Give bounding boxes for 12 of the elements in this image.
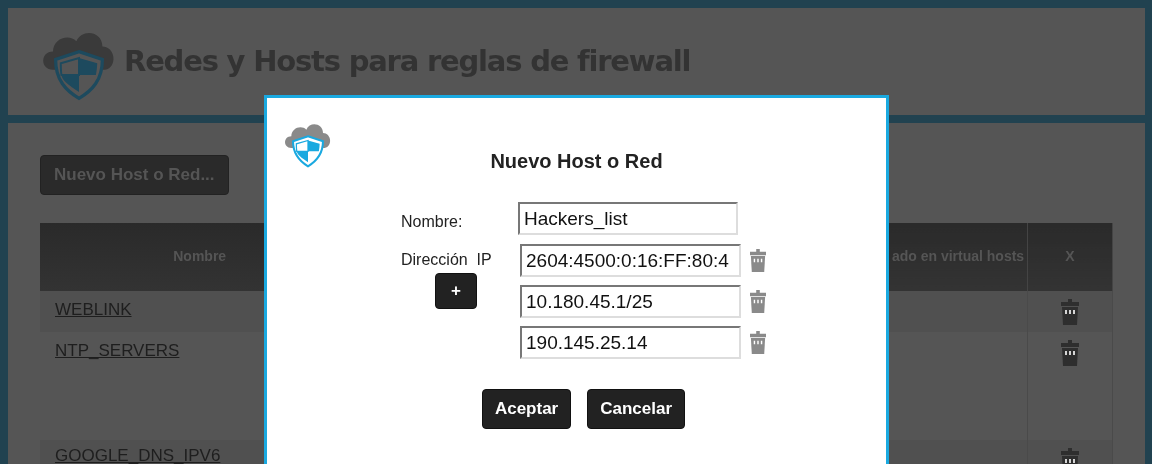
trash-icon[interactable] [1060, 339, 1080, 367]
field-label: Nombre: [401, 212, 464, 232]
dialog-title: Nuevo Host o Red [489, 149, 664, 174]
ip-address-field[interactable]: 10.180.45.1/25 [520, 285, 741, 318]
accept-button[interactable]: Aceptar [481, 389, 572, 429]
add-button[interactable]: + [435, 273, 477, 309]
cancel-button[interactable]: Cancelar [587, 389, 686, 429]
name-field[interactable]: Hackers_list [518, 202, 738, 235]
ip-address-field[interactable]: 2604:4500:0:16:FF:80:4 [520, 244, 741, 277]
trash-icon[interactable] [1060, 298, 1080, 326]
ip-address-field[interactable]: 190.145.25.14 [520, 326, 741, 359]
field-label: Dirección IP [401, 250, 493, 270]
